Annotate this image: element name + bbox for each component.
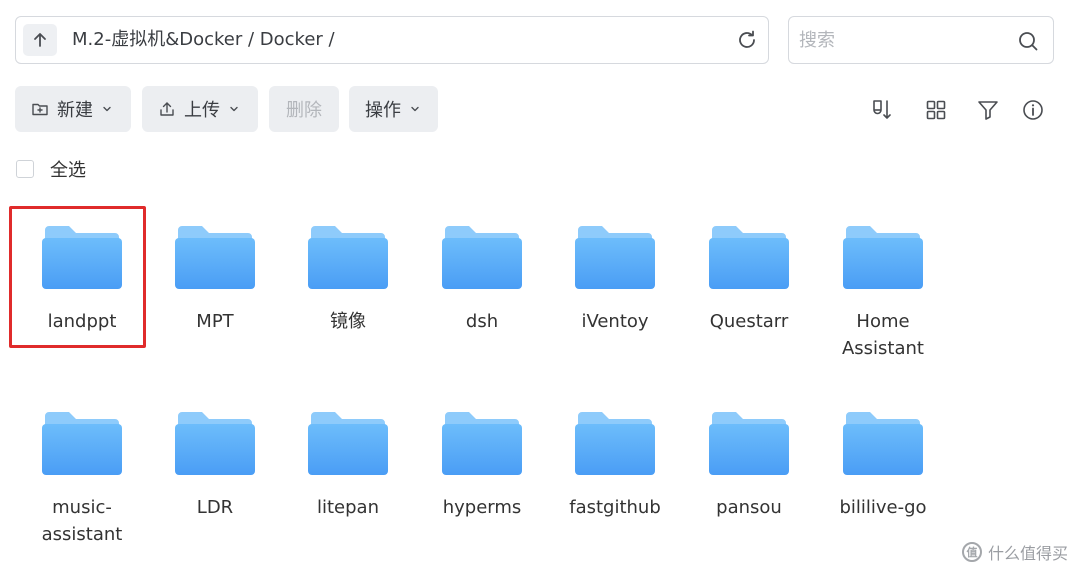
delete-button[interactable]: 删除 <box>269 86 339 132</box>
chevron-down-icon <box>411 106 419 112</box>
path-bar: M.2-虚拟机&Docker / Docker / <box>15 16 769 64</box>
delete-button-label: 删除 <box>286 100 322 121</box>
chevron-down-icon <box>230 106 238 112</box>
folder-item[interactable]: bililive-go <box>816 410 950 521</box>
refresh-icon[interactable] <box>736 29 758 51</box>
new-button-label: 新建 <box>57 100 93 121</box>
folder-item[interactable]: hyperms <box>415 410 549 521</box>
grid-view-icon[interactable] <box>924 98 948 122</box>
folder-icon <box>442 226 522 289</box>
select-all[interactable]: 全选 <box>16 156 86 182</box>
actions-button[interactable]: 操作 <box>349 86 438 132</box>
folder-item[interactable]: fastgithub <box>548 410 682 521</box>
breadcrumb-path[interactable]: M.2-虚拟机&Docker / Docker / <box>72 17 335 63</box>
folder-item[interactable]: MPT <box>148 224 282 335</box>
upload-button[interactable]: 上传 <box>142 86 258 132</box>
folder-icon <box>709 226 789 289</box>
folder-item[interactable]: LDR <box>148 410 282 521</box>
new-folder-icon <box>32 103 48 116</box>
actions-button-label: 操作 <box>365 100 401 121</box>
new-button[interactable]: 新建 <box>15 86 131 132</box>
folder-item[interactable]: iVentoy <box>548 224 682 335</box>
select-all-checkbox[interactable] <box>16 160 34 178</box>
folder-item[interactable]: litepan <box>281 410 415 521</box>
watermark: 值 什么值得买 <box>961 540 1068 564</box>
folder-name: pansou <box>716 497 782 518</box>
folder-item[interactable]: 镜像 <box>281 224 415 335</box>
search-input[interactable] <box>799 25 999 55</box>
folder-icon <box>843 412 923 475</box>
arrow-up-icon <box>34 33 46 47</box>
folder-item[interactable]: pansou <box>682 410 816 521</box>
folder-item[interactable]: music-assistant <box>15 410 149 548</box>
search-icon[interactable] <box>1017 30 1039 52</box>
folder-icon <box>709 412 789 475</box>
up-directory-button[interactable] <box>23 24 57 56</box>
folder-icon <box>843 226 923 289</box>
folder-icon <box>575 226 655 289</box>
folder-name: bililive-go <box>839 497 927 518</box>
folder-name: MPT <box>196 311 234 332</box>
folder-name: Questarr <box>709 311 789 332</box>
folder-icon <box>575 412 655 475</box>
folder-name: iVentoy <box>581 311 649 332</box>
info-icon[interactable] <box>1021 98 1045 122</box>
folder-icon <box>175 412 255 475</box>
upload-button-label: 上传 <box>184 100 220 121</box>
select-all-label: 全选 <box>50 160 86 181</box>
upload-icon <box>160 102 174 116</box>
folder-name: hyperms <box>442 497 522 518</box>
watermark-logo-icon: 值 <box>961 542 982 562</box>
chevron-down-icon <box>103 106 111 112</box>
folder-icon <box>442 412 522 475</box>
folder-item[interactable]: dsh <box>415 224 549 335</box>
folder-name: music-assistant <box>41 497 123 545</box>
folder-item[interactable]: Questarr <box>682 224 816 335</box>
watermark-text: 什么值得买 <box>987 544 1068 563</box>
sort-icon[interactable] <box>870 98 894 122</box>
folder-name: fastgithub <box>569 497 661 518</box>
folder-name: 镜像 <box>330 311 366 332</box>
folder-item[interactable]: Home Assistant <box>816 224 950 362</box>
folder-name: Home Assistant <box>841 311 924 359</box>
folder-name: dsh <box>465 311 499 332</box>
folder-icon <box>42 412 122 475</box>
folder-name: litepan <box>317 497 379 518</box>
folder-icon <box>308 412 388 475</box>
selection-highlight <box>9 206 146 348</box>
folder-icon <box>175 226 255 289</box>
filter-icon[interactable] <box>976 98 1000 122</box>
search-box <box>788 16 1054 64</box>
folder-name: LDR <box>196 497 234 518</box>
folder-icon <box>308 226 388 289</box>
